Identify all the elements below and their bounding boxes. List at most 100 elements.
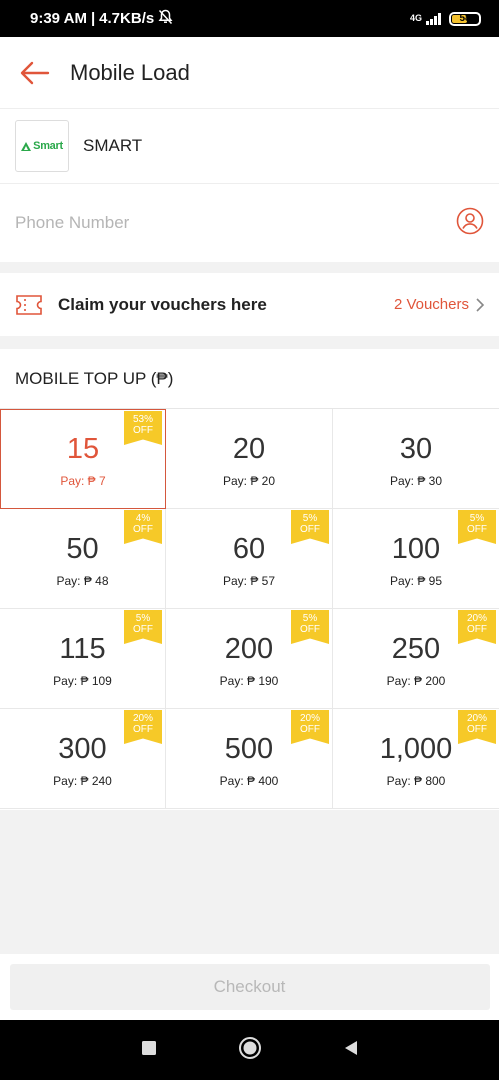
topup-amount: 115 — [59, 632, 106, 665]
discount-badge: 20% OFF — [124, 710, 162, 744]
topup-pay-price: Pay: ₱ 109 — [53, 673, 112, 688]
topup-option-50[interactable]: 4% OFF 50 Pay: ₱ 48 — [0, 509, 166, 609]
discount-off-label: OFF — [300, 624, 320, 635]
voucher-label: Claim your vouchers here — [58, 294, 267, 314]
discount-badge: 20% OFF — [458, 710, 496, 744]
topup-option-60[interactable]: 5% OFF 60 Pay: ₱ 57 — [166, 509, 333, 609]
status-left: 9:39 AM | 4.7KB/s — [30, 9, 173, 29]
status-separator: | — [90, 10, 96, 27]
discount-badge: 5% OFF — [291, 510, 329, 544]
discount-badge: 53% OFF — [124, 411, 162, 445]
battery-level: 58 — [459, 12, 471, 24]
topup-amount: 50 — [66, 532, 99, 565]
topup-title: MOBILE TOP UP (₱) — [0, 349, 499, 409]
operator-logo: Smart — [15, 120, 69, 172]
status-speed: 4.7KB/s — [99, 10, 155, 27]
status-time: 9:39 AM — [30, 10, 87, 27]
topup-grid: 53% OFF 15 Pay: ₱ 7 20 Pay: ₱ 20 30 Pay: ₱ 30 4%… — [0, 409, 499, 809]
discount-percent: 4% — [135, 513, 151, 524]
discount-badge: 5% OFF — [458, 510, 496, 544]
topup-option-20[interactable]: 20 Pay: ₱ 20 — [166, 409, 333, 509]
topup-pay-price: Pay: ₱ 20 — [222, 473, 276, 488]
topup-pay-price: Pay: ₱ 48 — [56, 573, 109, 588]
operator-logo-text: Smart — [33, 140, 63, 152]
voucher-row[interactable]: Claim your vouchers here 2 Vouchers — [0, 273, 499, 336]
circle-icon — [238, 1036, 261, 1059]
topup-option-1000[interactable]: 20% OFF 1,000 Pay: ₱ 800 — [333, 709, 499, 809]
discount-off-label: OFF — [467, 524, 487, 535]
topup-option-200[interactable]: 5% OFF 200 Pay: ₱ 190 — [166, 609, 333, 709]
topup-option-300[interactable]: 20% OFF 300 Pay: ₱ 240 — [0, 709, 166, 809]
topup-pay-price: Pay: ₱ 400 — [219, 773, 279, 788]
phone-number-input[interactable] — [15, 213, 415, 233]
bell-off-icon — [158, 9, 173, 29]
discount-off-label: OFF — [133, 624, 153, 635]
checkout-button[interactable]: Checkout — [9, 964, 490, 1010]
home-button[interactable] — [238, 1036, 262, 1065]
discount-percent: 5% — [135, 613, 151, 624]
topup-amount: 200 — [224, 632, 274, 665]
discount-badge: 4% OFF — [124, 510, 162, 544]
discount-percent: 5% — [302, 613, 318, 624]
battery-icon: 58 — [449, 11, 481, 26]
status-right: 4G 58 — [409, 11, 481, 26]
discount-off-label: OFF — [133, 524, 153, 535]
topup-pay-price: Pay: ₱ 30 — [389, 473, 443, 488]
topup-option-115[interactable]: 5% OFF 115 Pay: ₱ 109 — [0, 609, 166, 709]
app-header: Mobile Load — [0, 37, 499, 109]
topup-amount: 15 — [66, 433, 100, 465]
contact-picker-button[interactable] — [456, 207, 484, 240]
discount-badge: 20% OFF — [291, 710, 329, 744]
discount-badge: 20% OFF — [458, 610, 496, 644]
discount-percent: 53% — [132, 414, 153, 425]
discount-percent: 5% — [302, 513, 318, 524]
discount-off-label: OFF — [300, 524, 320, 535]
discount-off-label: OFF — [133, 425, 153, 436]
discount-off-label: OFF — [467, 724, 487, 735]
page-title: Mobile Load — [70, 59, 190, 85]
topup-option-250[interactable]: 20% OFF 250 Pay: ₱ 200 — [333, 609, 499, 709]
status-bar: 9:39 AM | 4.7KB/s 4G 58 — [0, 0, 499, 37]
topup-pay-price: Pay: ₱ 57 — [222, 573, 276, 588]
topup-pay-price: Pay: ₱ 7 — [60, 474, 106, 488]
chevron-right-icon — [476, 297, 485, 312]
topup-pay-price: Pay: ₱ 240 — [53, 773, 112, 788]
discount-off-label: OFF — [133, 724, 153, 735]
topup-pay-price: Pay: ₱ 95 — [389, 573, 443, 588]
arrow-left-icon — [20, 61, 50, 84]
voucher-count: 2 Vouchers — [393, 296, 469, 313]
topup-option-100[interactable]: 5% OFF 100 Pay: ₱ 95 — [333, 509, 499, 609]
checkout-bar: Checkout — [0, 954, 499, 1020]
contact-icon — [456, 207, 484, 234]
discount-percent: 20% — [299, 713, 320, 724]
topup-amount: 20 — [232, 432, 266, 465]
ticket-icon — [16, 294, 42, 315]
topup-amount: 60 — [232, 532, 266, 565]
topup-option-500[interactable]: 20% OFF 500 Pay: ₱ 400 — [166, 709, 333, 809]
signal-icon — [426, 12, 441, 25]
topup-pay-price: Pay: ₱ 190 — [219, 673, 279, 688]
network-type: 4G — [409, 13, 422, 23]
discount-percent: 20% — [466, 713, 487, 724]
discount-badge: 5% OFF — [124, 610, 162, 644]
back-nav-button[interactable] — [343, 1040, 359, 1061]
discount-percent: 20% — [132, 713, 153, 724]
discount-percent: 20% — [466, 613, 487, 624]
topup-option-15[interactable]: 53% OFF 15 Pay: ₱ 7 — [0, 409, 166, 509]
square-icon — [141, 1040, 156, 1055]
discount-off-label: OFF — [467, 624, 487, 635]
recents-button[interactable] — [141, 1040, 157, 1061]
topup-amount: 500 — [224, 732, 274, 765]
topup-amount: 30 — [399, 432, 433, 465]
smart-logo-icon — [21, 141, 32, 151]
topup-option-30[interactable]: 30 Pay: ₱ 30 — [333, 409, 499, 509]
topup-amount: 300 — [58, 732, 107, 765]
topup-amount: 1,000 — [379, 732, 453, 765]
back-button[interactable] — [0, 37, 70, 109]
operator-selector[interactable]: Smart SMART — [0, 109, 499, 184]
topup-pay-price: Pay: ₱ 200 — [386, 673, 446, 688]
discount-badge: 5% OFF — [291, 610, 329, 644]
topup-section: MOBILE TOP UP (₱) 53% OFF 15 Pay: ₱ 7 20 Pay:… — [0, 349, 499, 810]
topup-pay-price: Pay: ₱ 800 — [386, 773, 446, 788]
topup-amount: 250 — [391, 632, 441, 665]
